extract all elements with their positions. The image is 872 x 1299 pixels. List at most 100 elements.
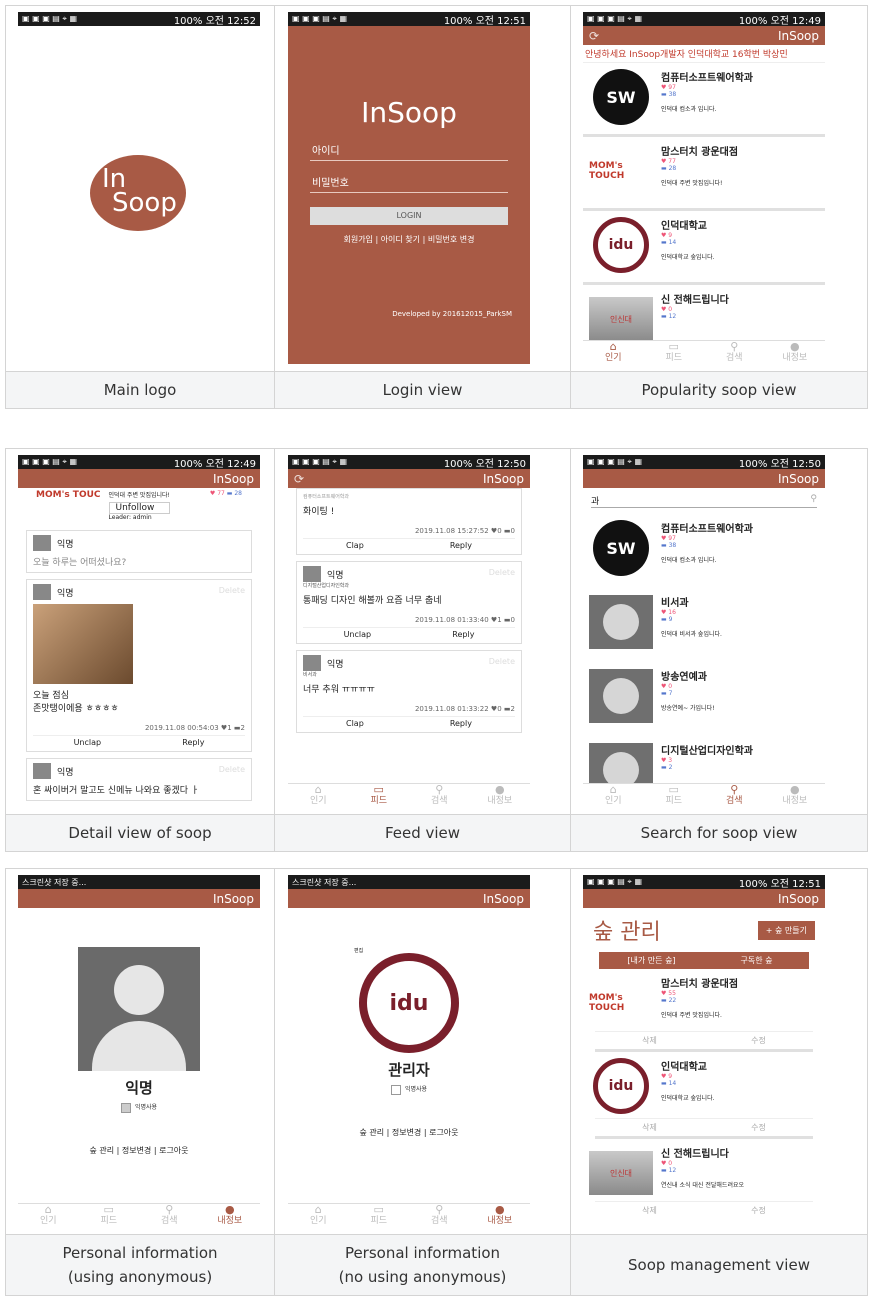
nav-popular[interactable]: ⌂ 인기 bbox=[583, 784, 644, 807]
photo-thumb: 인신대 bbox=[589, 1151, 653, 1195]
nav-search[interactable]: ⚲ 검색 bbox=[704, 341, 765, 364]
edit-label[interactable]: 편집 bbox=[354, 947, 363, 954]
screenshot-grid: ▣ ▣ ▣ ▤ ⌖ ▦ 100% 오전 12:49 InSoop MOM's TO… bbox=[5, 448, 868, 852]
app-title: InSoop bbox=[361, 96, 457, 129]
delete-button[interactable]: Delete bbox=[489, 568, 515, 577]
person-icon: ● bbox=[224, 1203, 235, 1216]
screenshot-grid: ▣ ▣ ▣ ▤ ⌖ ▦ 100% 오전 12:52 In Soop ▣ ▣ ▣ ▤ … bbox=[5, 5, 868, 409]
feed-icon: ▭ bbox=[103, 1203, 114, 1216]
cell-profile-admin: 스크린샷 저장 중... InSoop 편집 idu 관리자 익명사용 숲 관리… bbox=[274, 868, 571, 1235]
nav-feed[interactable]: ▭ 피드 bbox=[349, 1204, 410, 1227]
delete-button[interactable]: Delete bbox=[219, 765, 245, 774]
nav-popular[interactable]: ⌂ 인기 bbox=[583, 341, 644, 364]
list-item[interactable]: idu 인덕대학교 ♥ 9 ▬ 14 인덕대학교 숲입니다. bbox=[583, 211, 825, 285]
edit-button[interactable]: 수정 bbox=[751, 1035, 766, 1046]
unclap-button[interactable]: Unclap bbox=[344, 630, 372, 639]
list-item[interactable]: idu 인덕대학교 ♥ 9 ▬ 14 인덕대학교 숲입니다. bbox=[583, 1052, 825, 1118]
reply-button[interactable]: Reply bbox=[452, 630, 474, 639]
bottom-nav: ⌂ 인기 ▭ 피드 ⚲ 검색 ● 내정보 bbox=[288, 1203, 530, 1227]
delete-button[interactable]: 삭제 bbox=[642, 1035, 657, 1046]
list-item[interactable]: SW 컴퓨터소프트웨어학과 ♥ 97 ▬ 38 인덕대 컴소과 입니다. bbox=[583, 63, 825, 137]
nav-search[interactable]: ⚲ 검색 bbox=[704, 784, 765, 807]
feed-card: Delete 익명 디지털산업디자인학과 통패딩 디자인 해볼까 요즘 너무 춥네 20… bbox=[296, 561, 522, 644]
status-bar: 스크린샷 저장 중... bbox=[18, 875, 260, 889]
account-links[interactable]: 회원가입 | 아이디 찾기 | 비밀번호 변경 bbox=[288, 234, 530, 245]
id-field[interactable]: 아이디 bbox=[310, 139, 508, 161]
default-avatar-icon[interactable] bbox=[78, 947, 200, 1071]
nav-profile[interactable]: ● 내정보 bbox=[200, 1204, 261, 1227]
bottom-nav: ⌂ 인기 ▭ 피드 ⚲ 검색 ● 내정보 bbox=[288, 783, 530, 807]
anonymous-checkbox[interactable]: 익명사용 bbox=[18, 1102, 260, 1113]
list-item[interactable]: 인신대 신 전해드립니다 ♥ 0 ▬ 12 연신내 소식 대신 전달해드려요오 bbox=[583, 1139, 825, 1201]
list-item[interactable]: 방송연예과 ♥ 0 ▬ 7 방송연예~ 가입니다! bbox=[583, 662, 825, 736]
post-photo bbox=[33, 604, 133, 684]
nav-profile[interactable]: ● 내정보 bbox=[765, 784, 826, 807]
cell-feed: ▣ ▣ ▣ ▤ ⌖ ▦ 100% 오전 12:50 ⟳ InSoop 컴퓨터소프트웨… bbox=[274, 448, 571, 815]
list-item[interactable]: SW 컴퓨터소프트웨어학과 ♥ 97 ▬ 38 인덕대 컴소과 입니다. bbox=[583, 514, 825, 588]
cell-management: ▣ ▣ ▣ ▤ ⌖ ▦ 100% 오전 12:51 InSoop 숲 관리 + 숲 … bbox=[570, 868, 868, 1235]
profile-name: 익명 bbox=[125, 1079, 153, 1097]
tab-my-soop[interactable]: [내가 만든 숲] bbox=[599, 952, 704, 969]
reply-button[interactable]: Reply bbox=[450, 541, 472, 550]
nav-search[interactable]: ⚲ 검색 bbox=[409, 784, 470, 807]
refresh-icon[interactable]: ⟳ bbox=[294, 472, 304, 486]
list-item[interactable]: MOM's TOUCH 맘스터치 광운대점 ♥ 55 ▬ 22 인덕대 주변 맛집입니다… bbox=[583, 969, 825, 1031]
idu-logo-icon: idu bbox=[593, 1058, 649, 1114]
password-field[interactable]: 비밀번호 bbox=[310, 171, 508, 193]
nav-popular[interactable]: ⌂ 인기 bbox=[288, 1204, 349, 1227]
delete-button[interactable]: Delete bbox=[219, 586, 245, 595]
status-bar: ▣ ▣ ▣ ▤ ⌖ ▦ 100% 오전 12:51 bbox=[288, 12, 530, 27]
app-bar: ⟳ InSoop bbox=[288, 469, 530, 488]
write-post-box[interactable]: 익명 오늘 하루는 어떠셨나요? bbox=[26, 530, 252, 573]
edit-button[interactable]: 수정 bbox=[751, 1122, 766, 1133]
profile-links[interactable]: 숲 관리 | 정보변경 | 로그아웃 bbox=[18, 1145, 260, 1156]
edit-button[interactable]: 수정 bbox=[751, 1205, 766, 1216]
search-icon: ⚲ bbox=[810, 494, 817, 504]
unclap-button[interactable]: Unclap bbox=[74, 738, 102, 747]
delete-button[interactable]: 삭제 bbox=[642, 1122, 657, 1133]
delete-button[interactable]: Delete bbox=[489, 657, 515, 666]
nav-feed[interactable]: ▭ 피드 bbox=[79, 1204, 140, 1227]
cell-main-logo: ▣ ▣ ▣ ▤ ⌖ ▦ 100% 오전 12:52 In Soop bbox=[5, 5, 275, 372]
search-input[interactable]: 과 ⚲ bbox=[591, 494, 817, 508]
list-item[interactable]: 비서과 ♥ 16 ▬ 9 인덕대 비서과 숲입니다. bbox=[583, 588, 825, 662]
nav-profile[interactable]: ● 내정보 bbox=[765, 341, 826, 364]
clap-button[interactable]: Clap bbox=[346, 541, 364, 550]
profile-links[interactable]: 숲 관리 | 정보변경 | 로그아웃 bbox=[288, 1127, 530, 1138]
moms-touch-logo-icon: MOM's TOUCH bbox=[589, 161, 625, 181]
nav-feed[interactable]: ▭ 피드 bbox=[644, 341, 705, 364]
tree-icon bbox=[589, 669, 653, 723]
nav-feed[interactable]: ▭ 피드 bbox=[644, 784, 705, 807]
login-button[interactable]: LOGIN bbox=[310, 207, 508, 225]
status-bar: ▣ ▣ ▣ ▤ ⌖ ▦ 100% 오전 12:50 bbox=[288, 455, 530, 470]
cell-detail: ▣ ▣ ▣ ▤ ⌖ ▦ 100% 오전 12:49 InSoop MOM's TO… bbox=[5, 448, 275, 815]
caption: Login view bbox=[274, 371, 571, 409]
reply-button[interactable]: Reply bbox=[450, 719, 472, 728]
nav-profile[interactable]: ● 내정보 bbox=[470, 1204, 531, 1227]
cell-search: ▣ ▣ ▣ ▤ ⌖ ▦ 100% 오전 12:50 InSoop 과 ⚲ SW 컴퓨터… bbox=[570, 448, 868, 815]
nav-search[interactable]: ⚲ 검색 bbox=[409, 1204, 470, 1227]
clap-button[interactable]: Clap bbox=[346, 719, 364, 728]
status-bar: 스크린샷 저장 중... bbox=[288, 875, 530, 889]
profile-section: 편집 idu 관리자 익명사용 숲 관리 | 정보변경 | 로그아웃 bbox=[288, 947, 530, 1138]
nav-popular[interactable]: ⌂ 인기 bbox=[18, 1204, 79, 1227]
status-bar: ▣ ▣ ▣ ▤ ⌖ ▦ 100% 오전 12:52 bbox=[18, 12, 260, 27]
insoop-logo: In Soop bbox=[90, 155, 186, 231]
tab-subscribed[interactable]: 구독한 숲 bbox=[704, 952, 809, 969]
nav-popular[interactable]: ⌂ 인기 bbox=[288, 784, 349, 807]
cell-profile-anon: 스크린샷 저장 중... InSoop 익명 익명사용 숲 관리 | 정보변경 … bbox=[5, 868, 275, 1235]
unfollow-button[interactable]: Unfollow bbox=[108, 502, 170, 514]
bottom-nav: ⌂ 인기 ▭ 피드 ⚲ 검색 ● 내정보 bbox=[583, 340, 825, 364]
bottom-nav: ⌂ 인기 ▭ 피드 ⚲ 검색 ● 내정보 bbox=[583, 783, 825, 807]
list-item[interactable]: MOM's TOUCH 맘스터치 광운대점 ♥ 77 ▬ 28 인덕대 주변 맛집입니다… bbox=[583, 137, 825, 211]
create-soop-button[interactable]: + 숲 만들기 bbox=[757, 920, 815, 940]
reply-button[interactable]: Reply bbox=[182, 738, 204, 747]
nav-feed[interactable]: ▭ 피드 bbox=[349, 784, 410, 807]
nav-search[interactable]: ⚲ 검색 bbox=[139, 1204, 200, 1227]
anonymous-checkbox[interactable]: 익명사용 bbox=[288, 1084, 530, 1095]
idu-logo-icon[interactable]: idu bbox=[359, 953, 459, 1053]
delete-button[interactable]: 삭제 bbox=[642, 1205, 657, 1216]
caption: Main logo bbox=[5, 371, 275, 409]
refresh-icon[interactable]: ⟳ bbox=[589, 29, 599, 43]
nav-profile[interactable]: ● 내정보 bbox=[470, 784, 531, 807]
